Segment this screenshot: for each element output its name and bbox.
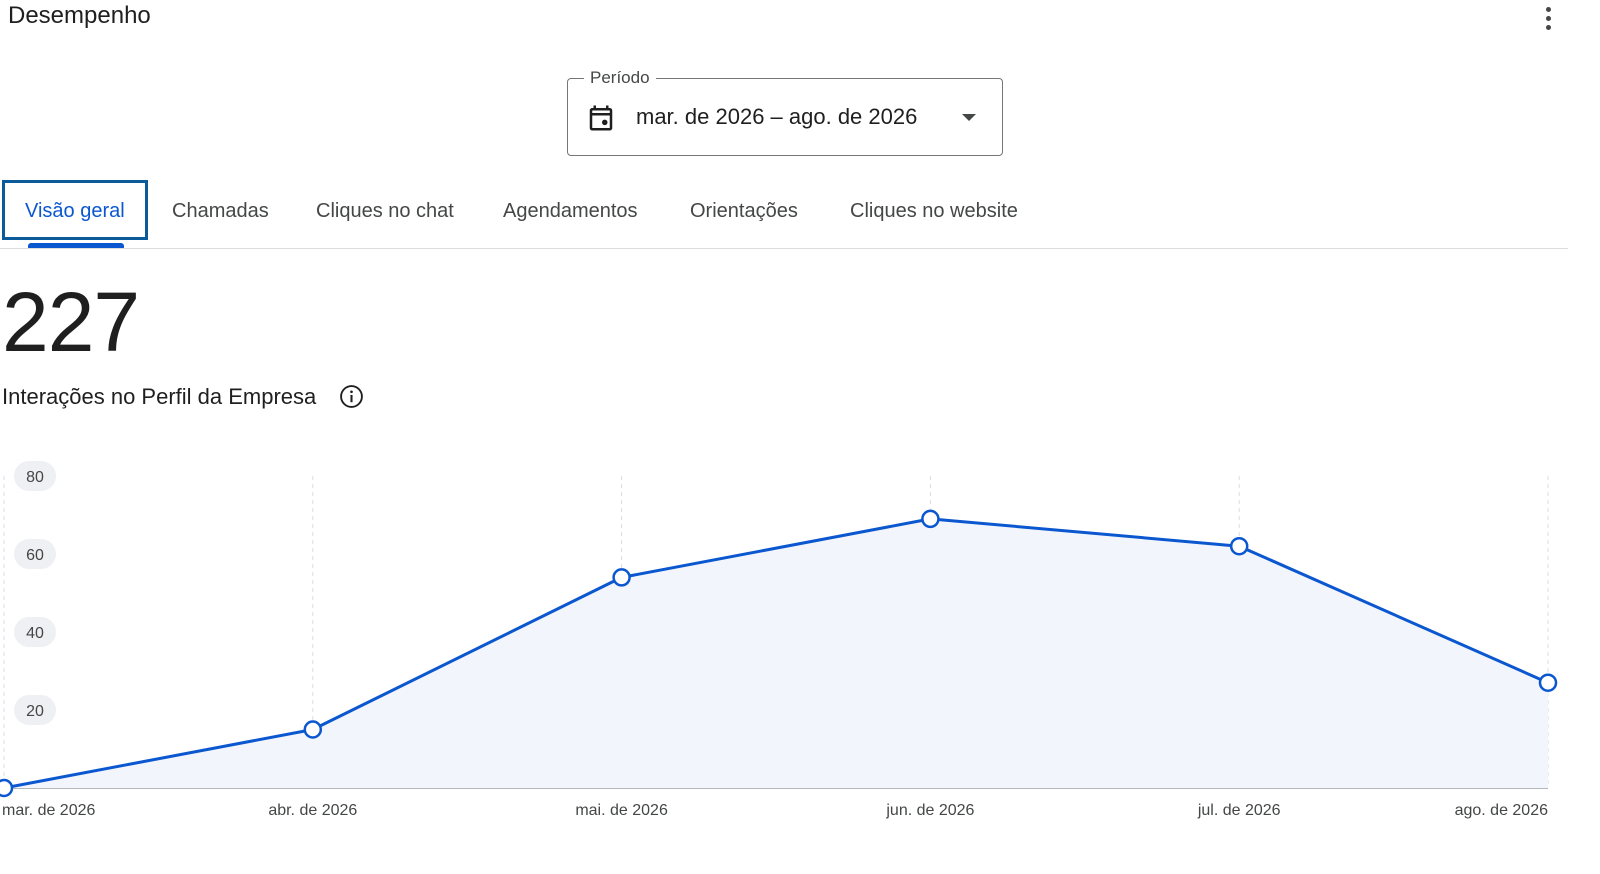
period-value: mar. de 2026 – ago. de 2026 [636, 104, 918, 129]
y-tick-label: 60 [26, 547, 44, 564]
data-point [1538, 673, 1558, 692]
metric-label: Interações no Perfil da Empresa [2, 384, 317, 409]
tab-website-clicks[interactable]: Cliques no website [850, 180, 1018, 242]
series-area [4, 518, 1548, 788]
x-tick-label: mar. de 2026 [2, 802, 96, 819]
tab-directions[interactable]: Orientações [690, 180, 798, 242]
period-selector[interactable]: Período mar. de 2026 – ago. de 2026 [567, 68, 1003, 156]
interactions-chart: 20 40 60 80 mar. de 2026 abr. de 2026 mai. de … [0, 461, 1558, 819]
x-tick-label: jun. de 2026 [885, 802, 974, 819]
y-tick-label: 20 [26, 703, 44, 720]
tab-calls[interactable]: Chamadas [172, 180, 269, 242]
tab-overview[interactable]: Visão geral [25, 180, 125, 242]
tab-chat-clicks[interactable]: Cliques no chat [316, 180, 454, 242]
data-point [303, 720, 323, 739]
x-tick-label: ago. de 2026 [1455, 802, 1549, 819]
x-tick-label: jul. de 2026 [1197, 802, 1281, 819]
calendar-icon [589, 105, 613, 131]
y-tick-label: 40 [26, 625, 44, 642]
arrow-drop-down-icon[interactable] [962, 114, 976, 121]
tab-bookings[interactable]: Agendamentos [503, 180, 638, 242]
info-icon[interactable] [339, 384, 364, 409]
tab-bar: Visão geral Chamadas Cliques no chat Age… [0, 180, 1568, 249]
x-tick-label: mai. de 2026 [575, 802, 668, 819]
period-label: Período [584, 68, 656, 88]
data-point [0, 778, 14, 798]
data-point [612, 568, 631, 587]
data-point [1229, 536, 1249, 556]
x-tick-label: abr. de 2026 [268, 802, 357, 819]
more-vert-icon[interactable] [1534, 2, 1562, 34]
page-title: Desempenho [8, 2, 151, 29]
metric-value: 227 [2, 275, 140, 369]
data-point [921, 509, 940, 529]
y-tick-label: 80 [26, 469, 44, 486]
active-tab-indicator [28, 243, 124, 248]
